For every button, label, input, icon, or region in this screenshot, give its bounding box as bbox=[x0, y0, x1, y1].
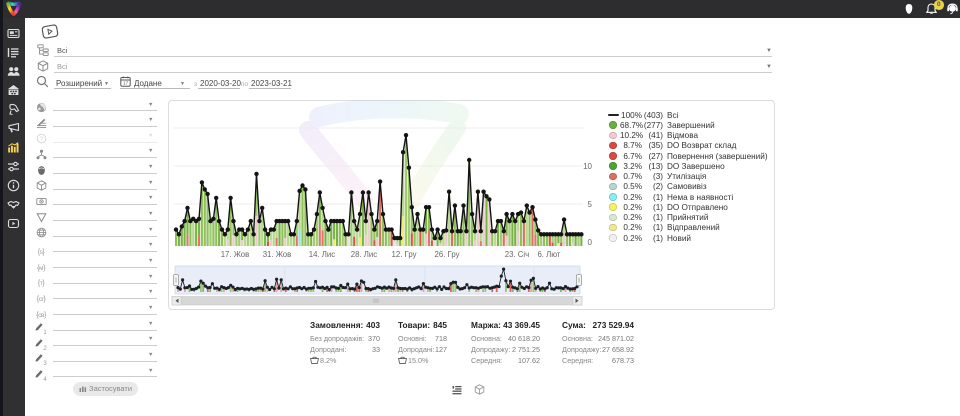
svg-text:26. Гру: 26. Гру bbox=[435, 250, 460, 259]
svg-text:17. Жов: 17. Жов bbox=[221, 250, 250, 259]
svg-text:28. Лис: 28. Лис bbox=[351, 250, 377, 259]
svg-text:17: 17 bbox=[123, 81, 129, 86]
svg-text:5: 5 bbox=[588, 200, 593, 209]
svg-text:?: ? bbox=[39, 136, 43, 143]
svg-text:0: 0 bbox=[588, 238, 593, 247]
svg-text:23. Січ: 23. Січ bbox=[505, 250, 529, 259]
svg-text:14. Лис: 14. Лис bbox=[309, 250, 335, 259]
svg-text:31. Жов: 31. Жов bbox=[263, 250, 292, 259]
svg-text:6. Лют: 6. Лют bbox=[537, 250, 560, 259]
svg-text:10: 10 bbox=[583, 162, 592, 171]
svg-text:12. Гру: 12. Гру bbox=[392, 250, 417, 259]
